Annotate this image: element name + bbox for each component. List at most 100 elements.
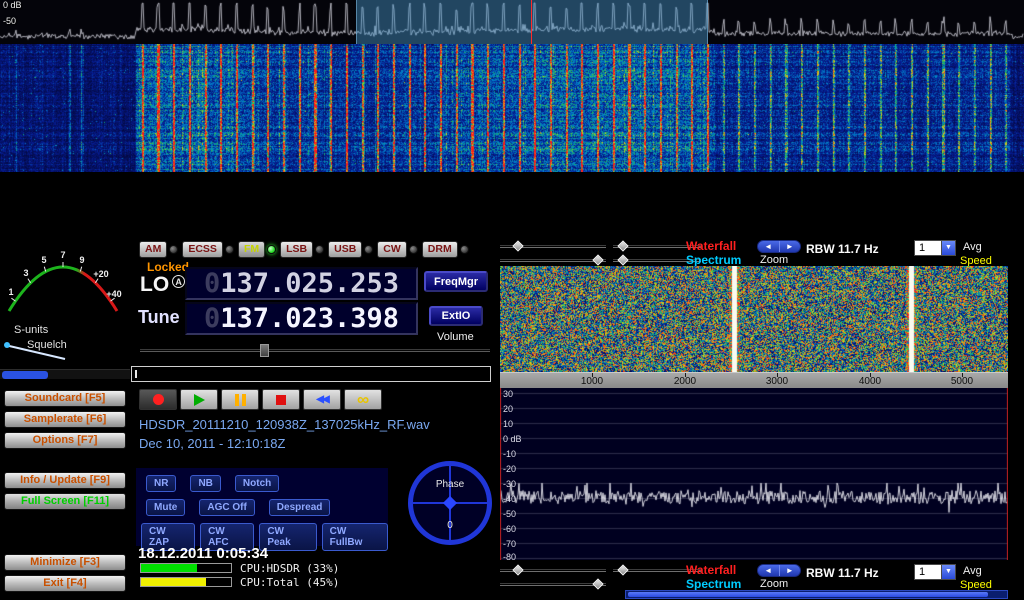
avg-select-bottom[interactable]: 1 ▼ — [914, 564, 956, 580]
rewind-button[interactable]: ◀◀ — [303, 389, 341, 410]
mode-ecss-button[interactable]: ECSS — [182, 241, 223, 258]
cpu-total-meter — [140, 577, 232, 587]
slider-thumb[interactable] — [592, 254, 603, 265]
mode-usb-led-icon — [364, 245, 373, 254]
mode-usb[interactable]: USB — [328, 241, 373, 258]
lo-frequency-display[interactable]: 0137.025.253 — [185, 267, 418, 300]
fullscreen-button[interactable]: Full Screen [F11] — [4, 493, 126, 510]
slider-thumb[interactable] — [617, 254, 628, 265]
dsp-notch-button[interactable]: Notch — [235, 475, 279, 492]
dsp-agc-off-button[interactable]: AGC Off — [199, 499, 254, 516]
mode-lsb[interactable]: LSB — [280, 241, 324, 258]
freqmgr-button[interactable]: FreqMgr — [424, 271, 488, 292]
mode-ecss[interactable]: ECSS — [182, 241, 234, 258]
waterfall-history-scrollbar[interactable] — [625, 590, 1008, 599]
spectrum-brightness-slider-bottom[interactable] — [500, 579, 606, 590]
mode-selector: AM ECSS FM LSB USB CW DRM — [139, 241, 469, 258]
passband-highlight[interactable] — [356, 0, 708, 44]
waterfall-label[interactable]: Waterfall — [686, 239, 736, 253]
db-mid-label: -50 — [3, 16, 16, 26]
mode-cw-led-icon — [409, 245, 418, 254]
mode-am[interactable]: AM — [139, 241, 178, 258]
zoom-out-button[interactable]: ◄ — [758, 241, 780, 252]
zoom-out-button-bottom[interactable]: ◄ — [758, 565, 780, 576]
zoom-in-button-bottom[interactable]: ► — [780, 565, 801, 576]
dsp-mute-button[interactable]: Mute — [146, 499, 185, 516]
slider-thumb[interactable] — [592, 578, 603, 589]
af-frequency-axis[interactable]: 1000 2000 3000 4000 5000 — [500, 372, 1008, 388]
soundcard-button[interactable]: Soundcard [F5] — [4, 390, 126, 407]
lo-label-text: LO — [140, 273, 169, 296]
cpu-hdsdr-meter-fill — [141, 564, 197, 572]
main-spectrum-display[interactable]: 0 dB -50 — [0, 0, 1024, 44]
slider-thumb[interactable] — [512, 240, 523, 251]
loop-icon: ∞ — [357, 394, 369, 406]
dsp-nb-button[interactable]: NB — [190, 475, 220, 492]
db-axis-label: -60 — [503, 524, 516, 534]
rbw-label-bottom: RBW 11.7 Hz — [806, 566, 879, 580]
mode-drm-button[interactable]: DRM — [422, 241, 458, 258]
zoom-in-button[interactable]: ► — [780, 241, 801, 252]
extio-button[interactable]: ExtIO — [429, 306, 483, 326]
spectrum-label[interactable]: Spectrum — [686, 253, 741, 267]
mode-usb-button[interactable]: USB — [328, 241, 362, 258]
avg-select-value-bottom: 1 — [915, 565, 941, 579]
mode-drm[interactable]: DRM — [422, 241, 469, 258]
lo-lock-badge-icon[interactable]: A — [172, 275, 185, 288]
zoom-spinner-bottom[interactable]: ◄ ► — [757, 564, 801, 577]
dropdown-arrow-icon[interactable]: ▼ — [941, 241, 955, 255]
tune-label: Tune — [138, 307, 180, 328]
zoom-spinner[interactable]: ◄ ► — [757, 240, 801, 253]
volume-slider[interactable] — [140, 344, 490, 357]
waterfall-brightness-slider[interactable] — [500, 241, 606, 252]
tuning-step-bar[interactable] — [131, 366, 491, 382]
mode-am-button[interactable]: AM — [139, 241, 167, 258]
record-icon — [153, 394, 164, 405]
minimize-button[interactable]: Minimize [F3] — [4, 554, 126, 571]
af-spectrum-display[interactable] — [500, 388, 1008, 560]
cpu-hdsdr-label: CPU:HDSDR (33%) — [240, 562, 339, 575]
tune-frequency-display[interactable]: 0137.023.398 — [185, 302, 418, 335]
slider-track — [500, 583, 606, 586]
cpu-total-meter-fill — [141, 578, 206, 586]
dsp-nr-button[interactable]: NR — [146, 475, 176, 492]
freq-axis-label: 2000 — [660, 376, 710, 387]
stop-icon — [276, 395, 286, 405]
mode-lsb-button[interactable]: LSB — [280, 241, 313, 258]
options-button[interactable]: Options [F7] — [4, 432, 126, 449]
mode-fm[interactable]: FM — [238, 241, 276, 258]
volume-slider-thumb[interactable] — [260, 344, 269, 357]
squelch-slider-thumb[interactable] — [2, 371, 48, 379]
info-update-button[interactable]: Info / Update [F9] — [4, 472, 126, 489]
tune-frequency-leading-zero: 0 — [204, 303, 220, 334]
spectrum-brightness-slider[interactable] — [500, 255, 606, 266]
slider-thumb[interactable] — [617, 240, 628, 251]
mode-cw[interactable]: CW — [377, 241, 418, 258]
mode-fm-button[interactable]: FM — [238, 241, 265, 258]
exit-button[interactable]: Exit [F4] — [4, 575, 126, 592]
play-button[interactable] — [180, 389, 218, 410]
tune-marker-line — [531, 0, 532, 44]
phase-indicator: Phase 0 — [408, 461, 492, 545]
pause-button[interactable] — [221, 389, 259, 410]
stop-button[interactable] — [262, 389, 300, 410]
af-waterfall-display[interactable] — [500, 266, 1008, 372]
dsp-despread-button[interactable]: Despread — [269, 499, 331, 516]
waterfall-label-bottom[interactable]: Waterfall — [686, 563, 736, 577]
dsp-panel: NR NB Notch Mute AGC Off Despread CW ZAP… — [136, 468, 388, 546]
samplerate-button[interactable]: Samplerate [F6] — [4, 411, 126, 428]
dsp-cw-fullbw-button[interactable]: CW FullBw — [322, 523, 388, 551]
freq-axis-label: 1000 — [567, 376, 617, 387]
mode-cw-button[interactable]: CW — [377, 241, 407, 258]
avg-select[interactable]: 1 ▼ — [914, 240, 956, 256]
waterfall-brightness-slider-bottom[interactable] — [500, 565, 606, 576]
slider-thumb[interactable] — [617, 564, 628, 575]
squelch-slider[interactable] — [0, 369, 130, 379]
lo-label: LOA — [140, 273, 185, 297]
record-button[interactable] — [139, 389, 177, 410]
loop-button[interactable]: ∞ — [344, 389, 382, 410]
slider-thumb[interactable] — [512, 564, 523, 575]
spectrum-label-bottom[interactable]: Spectrum — [686, 577, 741, 591]
dropdown-arrow-icon[interactable]: ▼ — [941, 565, 955, 579]
scrollbar-thumb[interactable] — [628, 592, 988, 597]
